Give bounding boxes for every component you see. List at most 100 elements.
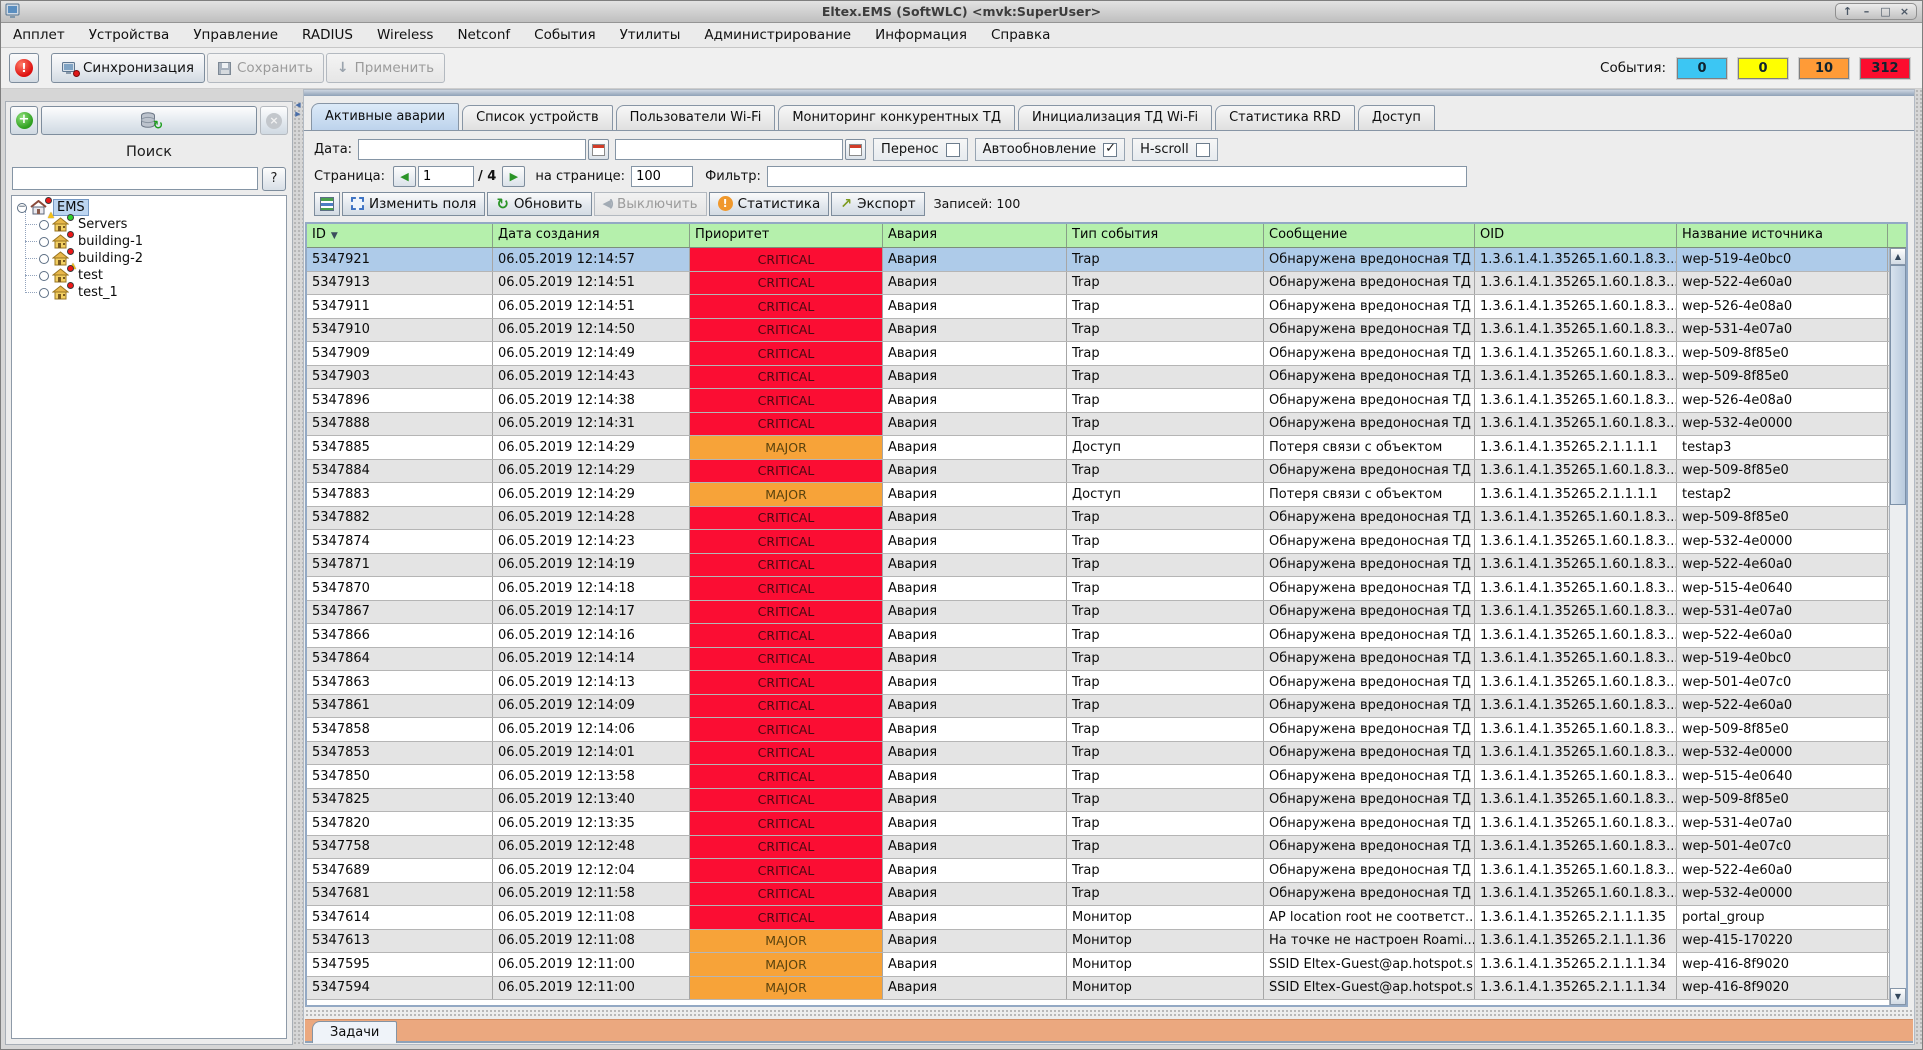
autorefresh-checkbox[interactable]: [1103, 143, 1117, 157]
alarm-indicator-button[interactable]: !: [9, 53, 39, 83]
event-counter-3[interactable]: 312: [1860, 58, 1910, 79]
hscroll-checkbox[interactable]: [1196, 143, 1210, 157]
table-row[interactable]: 534790906.05.2019 12:14:49CRITICALАвария…: [307, 342, 1906, 366]
minimize-button[interactable]: –: [1857, 4, 1876, 19]
save-button[interactable]: Сохранить: [207, 53, 324, 83]
table-row[interactable]: 534782506.05.2019 12:13:40CRITICALАвария…: [307, 789, 1906, 813]
add-node-button[interactable]: +: [10, 106, 38, 135]
table-row[interactable]: 534787006.05.2019 12:14:18CRITICALАвария…: [307, 577, 1906, 601]
statistics-button[interactable]: ! Статистика: [709, 192, 830, 216]
table-row[interactable]: 534787106.05.2019 12:14:19CRITICALАвария…: [307, 554, 1906, 578]
page-input[interactable]: [418, 166, 474, 187]
table-row[interactable]: 534791306.05.2019 12:14:51CRITICALАвария…: [307, 272, 1906, 296]
table-row[interactable]: 534788306.05.2019 12:14:29MAJORАварияДос…: [307, 483, 1906, 507]
table-row[interactable]: 534788406.05.2019 12:14:29CRITICALАвария…: [307, 460, 1906, 484]
table-row[interactable]: 534791006.05.2019 12:14:50CRITICALАвария…: [307, 319, 1906, 343]
search-input[interactable]: [12, 167, 258, 190]
menu-item-9[interactable]: Информация: [875, 27, 967, 43]
tree-node-4[interactable]: test_1: [12, 284, 286, 301]
tab-1[interactable]: Список устройств: [462, 105, 613, 130]
scroll-up-button[interactable]: ▲: [1890, 248, 1906, 265]
tree-node-1[interactable]: building-1: [12, 233, 286, 250]
column-header-1[interactable]: Дата создания: [493, 224, 690, 247]
splitter-collapse-right-icon[interactable]: ▶: [293, 110, 303, 119]
column-header-5[interactable]: Сообщение: [1264, 224, 1475, 247]
table-row[interactable]: 534792106.05.2019 12:14:57CRITICALАвария…: [307, 248, 1906, 272]
table-row[interactable]: 534759406.05.2019 12:11:00MAJORАварияМон…: [307, 977, 1906, 1001]
edit-fields-button[interactable]: Изменить поля: [342, 192, 485, 216]
db-sync-button[interactable]: ↻: [41, 106, 257, 135]
hscroll-toggle[interactable]: H-scroll: [1132, 138, 1218, 161]
tab-2[interactable]: Пользователи Wi-Fi: [616, 105, 776, 130]
tab-3[interactable]: Мониторинг конкурентных ТД: [778, 105, 1015, 130]
table-row[interactable]: 534789606.05.2019 12:14:38CRITICALАвария…: [307, 389, 1906, 413]
menu-item-4[interactable]: Wireless: [377, 27, 434, 43]
menu-item-2[interactable]: Управление: [193, 27, 278, 43]
table-row[interactable]: 534788806.05.2019 12:14:31CRITICALАвария…: [307, 413, 1906, 437]
column-header-0[interactable]: ID▼: [307, 224, 493, 247]
date-to-input[interactable]: [615, 139, 843, 160]
date-from-input[interactable]: [358, 139, 586, 160]
column-header-2[interactable]: Приоритет: [690, 224, 883, 247]
expand-icon[interactable]: [39, 271, 49, 281]
tree-node-root[interactable]: −▲EMS: [12, 199, 286, 216]
table-scrollbar[interactable]: ▲ ▼: [1889, 248, 1906, 1005]
tree-node-2[interactable]: ▲building-2: [12, 250, 286, 267]
scroll-down-button[interactable]: ▼: [1890, 988, 1906, 1005]
prev-page-button[interactable]: ◀: [393, 166, 416, 187]
table-row[interactable]: 534786306.05.2019 12:14:13CRITICALАвария…: [307, 671, 1906, 695]
scrollbar-thumb[interactable]: [1890, 265, 1906, 505]
clear-button[interactable]: ×: [260, 106, 288, 135]
next-page-button[interactable]: ▶: [502, 166, 525, 187]
per-page-input[interactable]: [631, 166, 693, 187]
title-bar[interactable]: Eltex.EMS (SoftWLC) <mvk:SuperUser> ↑–□×: [1, 1, 1922, 23]
autorefresh-toggle[interactable]: Автообновление: [975, 138, 1125, 161]
bottom-splitter[interactable]: ▲▼: [305, 1009, 1913, 1018]
table-row[interactable]: 534788206.05.2019 12:14:28CRITICALАвария…: [307, 507, 1906, 531]
wrap-checkbox[interactable]: [946, 143, 960, 157]
collapse-icon[interactable]: −: [17, 203, 27, 213]
expand-icon[interactable]: [39, 220, 49, 230]
panel-splitter[interactable]: ◀ ▶: [293, 101, 303, 1045]
column-header-6[interactable]: OID: [1475, 224, 1677, 247]
tab-tasks[interactable]: Задачи: [312, 1021, 397, 1043]
expand-icon[interactable]: [39, 254, 49, 264]
column-header-7[interactable]: Название источника: [1677, 224, 1888, 247]
expand-icon[interactable]: [39, 237, 49, 247]
apply-button[interactable]: ↓ Применить: [326, 53, 445, 83]
menu-item-3[interactable]: RADIUS: [302, 27, 353, 43]
table-row[interactable]: 534786106.05.2019 12:14:09CRITICALАвария…: [307, 695, 1906, 719]
menu-item-8[interactable]: Администрирование: [704, 27, 851, 43]
table-settings-button[interactable]: [314, 192, 340, 216]
filter-input[interactable]: [767, 166, 1467, 187]
event-counter-0[interactable]: 0: [1677, 58, 1727, 79]
refresh-button[interactable]: ↻ Обновить: [487, 192, 591, 216]
export-button[interactable]: ↗ Экспорт: [831, 192, 924, 216]
menu-item-6[interactable]: События: [534, 27, 595, 43]
table-row[interactable]: 534787406.05.2019 12:14:23CRITICALАвария…: [307, 530, 1906, 554]
event-counter-2[interactable]: 10: [1799, 58, 1849, 79]
tab-6[interactable]: Доступ: [1358, 105, 1435, 130]
table-row[interactable]: 534768906.05.2019 12:12:04CRITICALАвария…: [307, 859, 1906, 883]
mute-button[interactable]: ◀) Выключить: [594, 192, 707, 216]
tab-4[interactable]: Инициализация ТД Wi-Fi: [1018, 105, 1212, 130]
table-row[interactable]: 534761306.05.2019 12:11:08MAJORАварияМон…: [307, 930, 1906, 954]
table-row[interactable]: 534761406.05.2019 12:11:08CRITICALАвария…: [307, 906, 1906, 930]
sync-button[interactable]: Синхронизация: [51, 53, 205, 83]
table-row[interactable]: 534768106.05.2019 12:11:58CRITICALАвария…: [307, 883, 1906, 907]
column-header-3[interactable]: Авария: [883, 224, 1067, 247]
table-row[interactable]: 534790306.05.2019 12:14:43CRITICALАвария…: [307, 366, 1906, 390]
menu-item-7[interactable]: Утилиты: [620, 27, 681, 43]
tree-node-3[interactable]: test: [12, 267, 286, 284]
table-row[interactable]: 534785006.05.2019 12:13:58CRITICALАвария…: [307, 765, 1906, 789]
column-header-4[interactable]: Тип события: [1067, 224, 1264, 247]
menu-item-1[interactable]: Устройства: [89, 27, 170, 43]
tree-node-0[interactable]: Servers: [12, 216, 286, 233]
date-to-calendar-button[interactable]: [845, 139, 866, 160]
search-help-button[interactable]: ?: [262, 167, 286, 191]
table-row[interactable]: 534785806.05.2019 12:14:06CRITICALАвария…: [307, 718, 1906, 742]
wrap-toggle[interactable]: Перенос: [873, 138, 968, 161]
table-row[interactable]: 534786606.05.2019 12:14:16CRITICALАвария…: [307, 624, 1906, 648]
event-counter-1[interactable]: 0: [1738, 58, 1788, 79]
shade-button[interactable]: ↑: [1838, 4, 1857, 19]
